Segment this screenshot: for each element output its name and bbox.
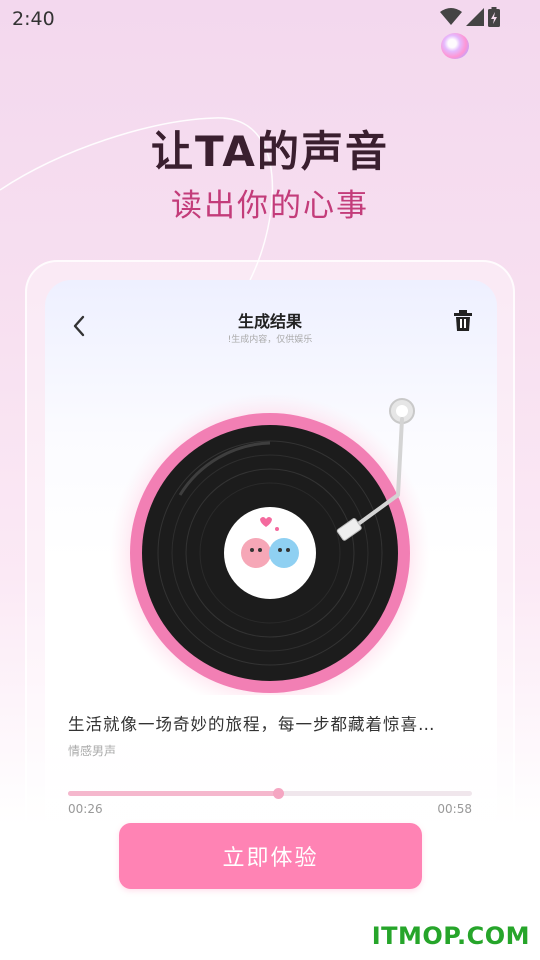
page-disclaimer: !生成内容，仅供娱乐 — [227, 335, 313, 345]
total-time: 00:58 — [437, 802, 472, 816]
promo-headline: 让TA的声音 — [151, 127, 389, 176]
generated-text: 生活就像一场奇妙的旅程，每一步都藏着惊喜… — [68, 715, 436, 734]
try-now-button[interactable]: 立即体验 — [119, 823, 422, 889]
promo-subheadline: 读出你的心事 — [171, 188, 369, 224]
delete-button[interactable] — [452, 309, 474, 333]
progress-thumb[interactable] — [273, 788, 284, 799]
vinyl-player[interactable] — [110, 393, 440, 713]
vinyl-record — [110, 393, 430, 713]
progress-fill — [68, 791, 278, 796]
voice-type-label: 情感男声 — [68, 744, 117, 758]
trash-icon — [454, 310, 472, 331]
watermark: ITMOP.COM — [371, 922, 530, 950]
current-time: 00:26 — [68, 802, 103, 816]
